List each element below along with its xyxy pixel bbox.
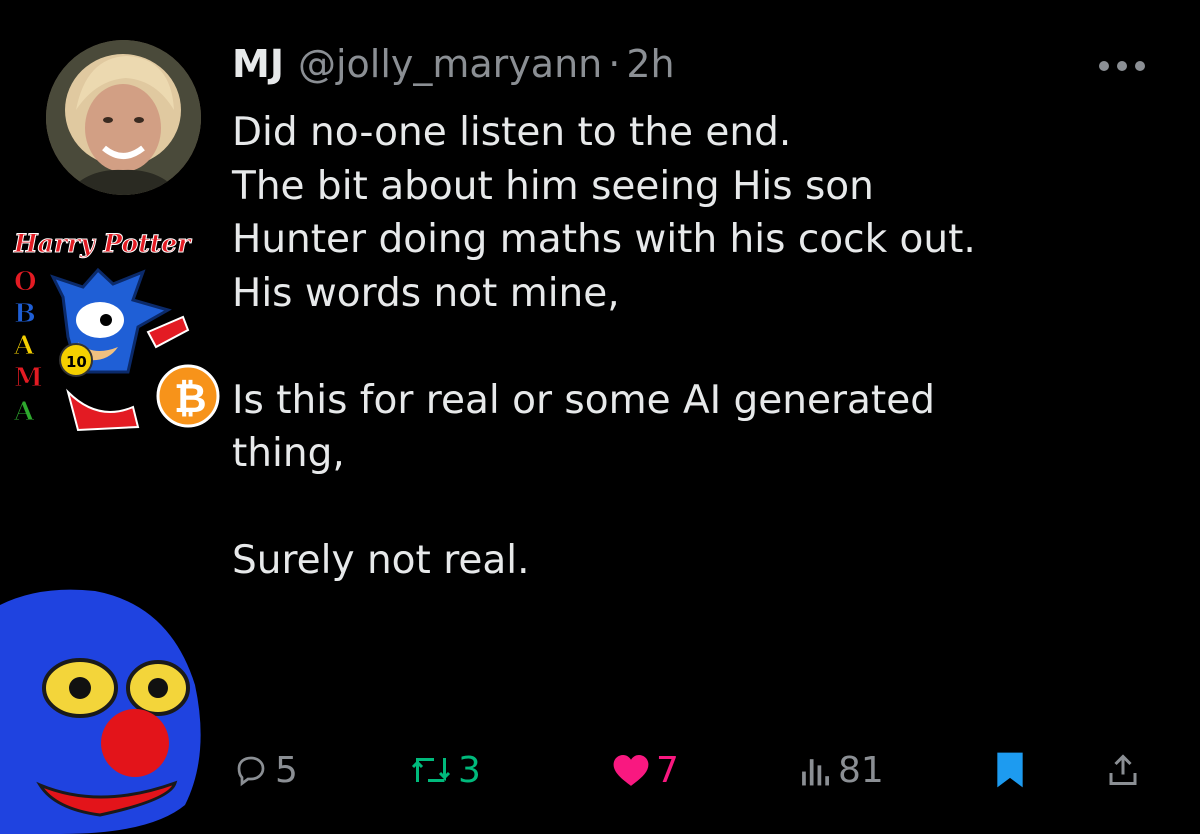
letter-b: B (14, 299, 36, 329)
share-button[interactable] (1105, 745, 1141, 795)
retweet-button[interactable]: 3 (410, 745, 481, 795)
letter-a-2: A (13, 397, 35, 427)
bitcoin-symbol: ₿ (174, 376, 207, 422)
bookmark-button[interactable] (995, 745, 1025, 795)
letter-o: O (14, 267, 37, 297)
reply-count: 5 (275, 749, 298, 791)
timestamp[interactable]: 2h (626, 42, 674, 86)
more-icon[interactable] (1092, 50, 1152, 80)
views-button[interactable]: 81 (800, 745, 884, 795)
bookmark-icon (997, 752, 1023, 788)
sticker-title: Harry Potter (13, 229, 192, 258)
retweet-count: 3 (458, 749, 481, 791)
views-icon (802, 759, 829, 786)
separator: · (608, 42, 621, 86)
tweet-header: MJ @jolly_maryann · 2h (232, 42, 675, 86)
badge-number: 10 (66, 353, 87, 371)
heart-icon (613, 754, 649, 786)
reply-button[interactable]: 5 (233, 745, 298, 795)
sonic-sticker: Harry Potter 10 ₿ O B A M A (8, 222, 233, 437)
like-count: 7 (656, 749, 679, 791)
retweet-icon (411, 758, 451, 782)
share-icon (1109, 754, 1137, 785)
clown-pepe-sticker (0, 585, 215, 834)
display-name[interactable]: MJ (232, 42, 284, 86)
letter-m: M (14, 363, 43, 393)
like-button[interactable]: 7 (612, 745, 679, 795)
views-count: 81 (838, 749, 884, 791)
tweet-text: Did no-one listen to the end. The bit ab… (232, 110, 976, 583)
reply-icon (237, 756, 265, 787)
avatar[interactable] (46, 40, 201, 195)
user-handle[interactable]: @jolly_maryann (298, 42, 602, 86)
letter-a: A (13, 331, 35, 361)
